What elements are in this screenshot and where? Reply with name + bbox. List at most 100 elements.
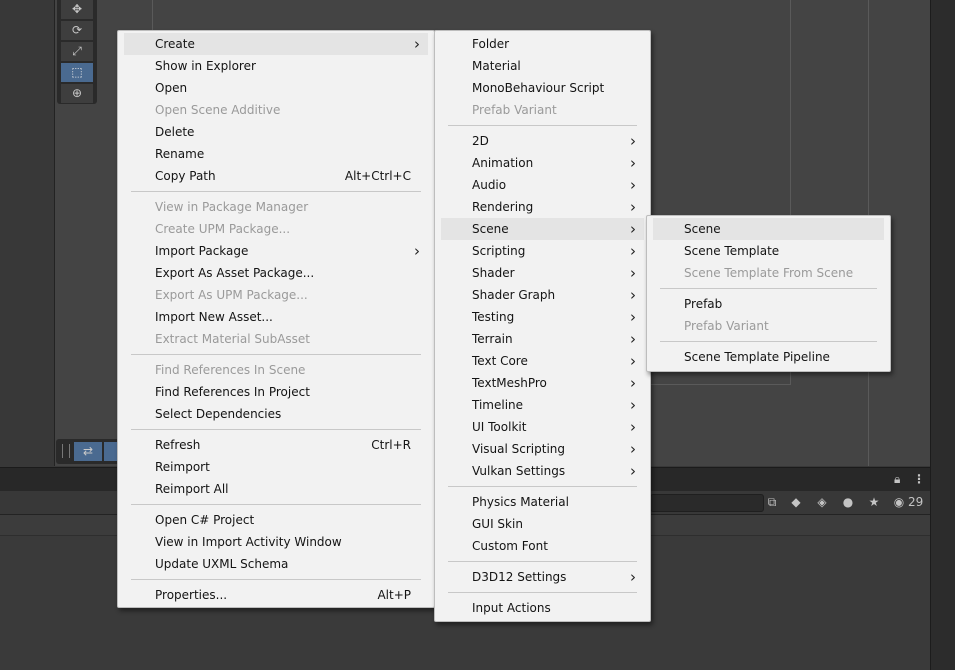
menu-separator <box>448 486 637 487</box>
menu-separator <box>131 504 421 505</box>
scene-overlay-toolbar: ⇄ <box>56 439 126 464</box>
create-menu-item-terrain[interactable]: Terrain › <box>441 328 644 350</box>
menu-item-label: Animation <box>472 156 534 170</box>
menu-item-label: UI Toolkit <box>472 420 527 434</box>
menu-item-label: Open <box>155 81 188 95</box>
context-menu-item-update-uxml-schema[interactable]: Update UXML Schema <box>124 553 428 575</box>
create-menu-item-vulkan-settings[interactable]: Vulkan Settings › <box>441 460 644 482</box>
chevron-right-icon: › <box>630 176 636 194</box>
context-menu-item-view-in-package-manager: View in Package Manager <box>124 196 428 218</box>
context-menu-item-copy-path[interactable]: Copy Path Alt+Ctrl+C <box>124 165 428 187</box>
label-tag-icon[interactable]: ◈ <box>814 494 830 511</box>
overlay-toggle-button[interactable] <box>104 442 118 461</box>
rotate-tool-button[interactable]: ⟳ <box>61 21 93 40</box>
context-menu-item-reimport[interactable]: Reimport <box>124 456 428 478</box>
menu-item-label: Find References In Project <box>155 385 310 399</box>
menu-item-label: Open C# Project <box>155 513 255 527</box>
menu-item-label: Scene <box>472 222 509 236</box>
create-menu-item-scene[interactable]: Scene › <box>441 218 644 240</box>
context-menu-item-view-in-import-activity-window[interactable]: View in Import Activity Window <box>124 531 428 553</box>
kebab-menu-icon[interactable]: ⋮ <box>913 472 925 486</box>
menu-item-shortcut: Alt+Ctrl+C <box>344 169 411 183</box>
tools-overlay: ✥ ⟳ ⤢ ⬚ ⊕ <box>57 0 97 104</box>
create-menu-item-monobehaviour-script[interactable]: MonoBehaviour Script <box>441 77 644 99</box>
context-menu-item-open-c-project[interactable]: Open C# Project <box>124 509 428 531</box>
search-by-type-icon[interactable]: ⧉ <box>764 494 780 511</box>
rect-tool-button[interactable]: ⬚ <box>61 63 93 82</box>
menu-item-label: Folder <box>472 37 510 51</box>
menu-item-label: Update UXML Schema <box>155 557 289 571</box>
menu-item-label: Reimport <box>155 460 210 474</box>
menu-item-shortcut: Alt+P <box>377 588 411 602</box>
lock-icon[interactable]: 🔒︎ <box>894 472 900 487</box>
context-menu-item-create[interactable]: Create › <box>124 33 428 55</box>
warning-icon[interactable]: ● <box>840 494 856 511</box>
create-menu-item-rendering[interactable]: Rendering › <box>441 196 644 218</box>
menu-item-label: Extract Material SubAsset <box>155 332 310 346</box>
filter-icon[interactable]: ◆ <box>788 494 804 511</box>
menu-item-label: Vulkan Settings <box>472 464 566 478</box>
menu-item-shortcut: Ctrl+R <box>371 438 411 452</box>
context-menu-item-properties[interactable]: Properties... Alt+P <box>124 584 428 606</box>
create-menu-item-visual-scripting[interactable]: Visual Scripting › <box>441 438 644 460</box>
context-menu-item-show-in-explorer[interactable]: Show in Explorer <box>124 55 428 77</box>
menu-item-label: TextMeshPro <box>472 376 547 390</box>
menu-separator <box>131 191 421 192</box>
create-menu-item-timeline[interactable]: Timeline › <box>441 394 644 416</box>
create-menu-item-physics-material[interactable]: Physics Material <box>441 491 644 513</box>
context-menu-item-refresh[interactable]: Refresh Ctrl+R <box>124 434 428 456</box>
create-menu-item-shader[interactable]: Shader › <box>441 262 644 284</box>
context-menu-item-reimport-all[interactable]: Reimport All <box>124 478 428 500</box>
create-menu-item-input-actions[interactable]: Input Actions <box>441 597 644 619</box>
context-menu-item-delete[interactable]: Delete <box>124 121 428 143</box>
create-menu-item-audio[interactable]: Audio › <box>441 174 644 196</box>
create-menu-item-textmeshpro[interactable]: TextMeshPro › <box>441 372 644 394</box>
menu-item-label: View in Package Manager <box>155 200 309 214</box>
move-tool-button[interactable]: ✥ <box>61 0 93 19</box>
create-menu-item-animation[interactable]: Animation › <box>441 152 644 174</box>
context-menu-item-open[interactable]: Open <box>124 77 428 99</box>
context-menu-item-import-package[interactable]: Import Package › <box>124 240 428 262</box>
menu-item-label: Import Package <box>155 244 249 258</box>
scene-menu-item-prefab-variant: Prefab Variant <box>653 315 884 337</box>
menu-item-label: Rendering <box>472 200 534 214</box>
create-menu-item-scripting[interactable]: Scripting › <box>441 240 644 262</box>
menu-item-label: Scene Template From Scene <box>684 266 854 280</box>
menu-item-label: Audio <box>472 178 507 192</box>
transform-tool-button[interactable]: ⊕ <box>61 84 93 103</box>
scene-menu-item-scene-template-pipeline[interactable]: Scene Template Pipeline <box>653 346 884 368</box>
menu-item-label: MonoBehaviour Script <box>472 81 605 95</box>
drag-handle[interactable] <box>62 444 70 458</box>
create-menu-item-custom-font[interactable]: Custom Font <box>441 535 644 557</box>
context-menu-item-export-as-asset-package[interactable]: Export As Asset Package... <box>124 262 428 284</box>
create-menu-item-material[interactable]: Material <box>441 55 644 77</box>
create-menu-item-shader-graph[interactable]: Shader Graph › <box>441 284 644 306</box>
create-menu-item-ui-toolkit[interactable]: UI Toolkit › <box>441 416 644 438</box>
context-menu-item-find-references-in-project[interactable]: Find References In Project <box>124 381 428 403</box>
favorite-star-icon[interactable]: ★ <box>866 494 882 511</box>
menu-item-label: Show in Explorer <box>155 59 256 73</box>
menu-item-label: Testing <box>472 310 515 324</box>
scale-tool-button[interactable]: ⤢ <box>61 42 93 61</box>
context-menu-item-rename[interactable]: Rename <box>124 143 428 165</box>
create-menu-item-2d[interactable]: 2D › <box>441 130 644 152</box>
right-scrollbar[interactable] <box>930 0 955 670</box>
scene-menu-item-scene-template[interactable]: Scene Template <box>653 240 884 262</box>
scene-menu-item-scene[interactable]: Scene <box>653 218 884 240</box>
create-menu-item-testing[interactable]: Testing › <box>441 306 644 328</box>
scene-submenu: Scene Scene Template Scene Template From S… <box>646 215 891 372</box>
search-input[interactable] <box>650 494 764 512</box>
menu-item-label: Open Scene Additive <box>155 103 281 117</box>
context-menu-item-select-dependencies[interactable]: Select Dependencies <box>124 403 428 425</box>
create-menu-item-text-core[interactable]: Text Core › <box>441 350 644 372</box>
menu-item-label: Reimport All <box>155 482 229 496</box>
create-menu-item-folder[interactable]: Folder <box>441 33 644 55</box>
create-menu-item-gui-skin[interactable]: GUI Skin <box>441 513 644 535</box>
menu-item-label: Material <box>472 59 521 73</box>
create-menu-item-d3d12-settings[interactable]: D3D12 Settings › <box>441 566 644 588</box>
scene-menu-item-prefab[interactable]: Prefab <box>653 293 884 315</box>
shuffle-toggle-button[interactable]: ⇄ <box>74 442 102 461</box>
shuffle-icon: ⇄ <box>82 444 94 458</box>
chevron-right-icon: › <box>630 374 636 392</box>
context-menu-item-import-new-asset[interactable]: Import New Asset... <box>124 306 428 328</box>
